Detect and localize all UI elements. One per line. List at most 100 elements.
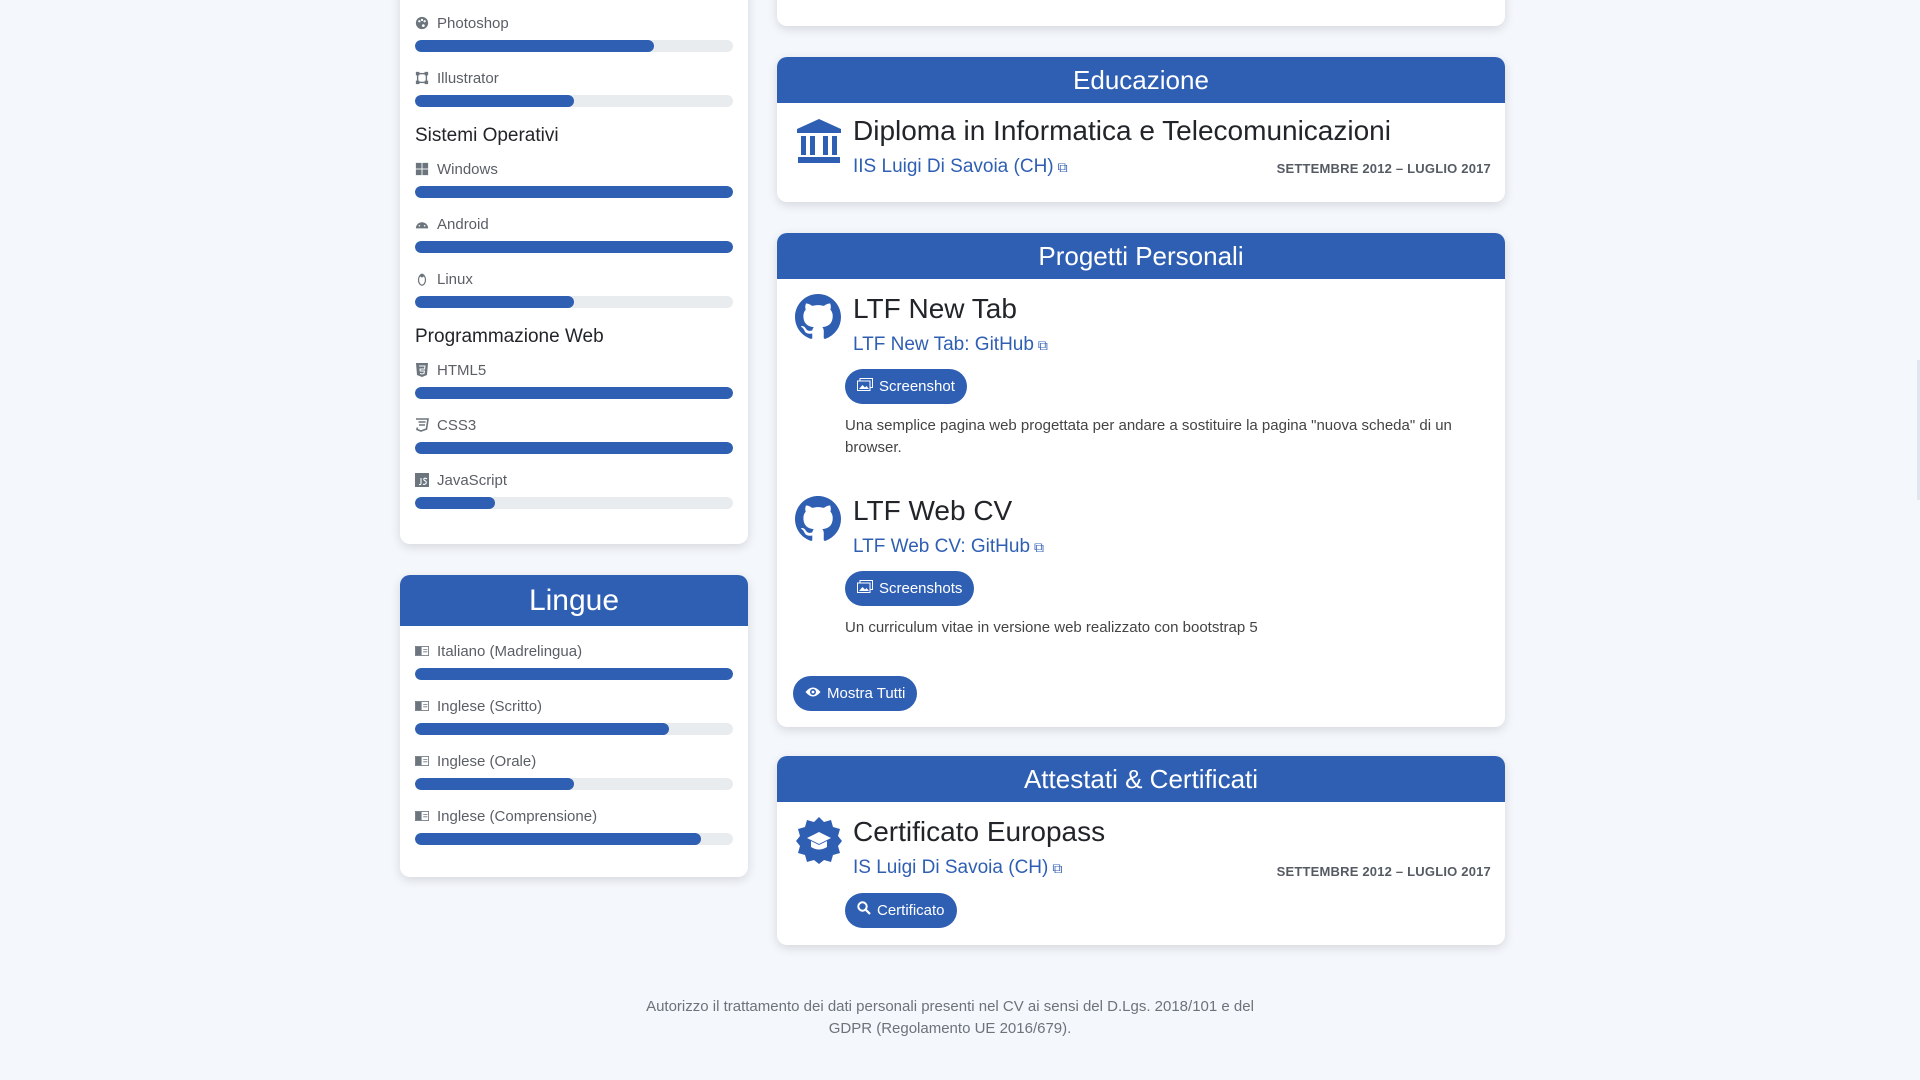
skill-label: Photoshop [437,14,509,32]
certificate-icon [795,816,843,864]
github-icon [795,496,843,544]
project-title: LTF Web CV [853,495,1013,526]
language-italiano: Italiano (Madrelingua) [400,634,748,689]
school-link[interactable]: IIS Luigi Di Savoia (CH) ⧉ [853,156,1068,178]
screenshot-button-label[interactable]: Screenshot [879,369,955,404]
skill-label: Windows [437,160,498,178]
certificate-school-link-text[interactable]: IS Luigi Di Savoia (CH) [853,857,1048,878]
progetti-header: Progetti Personali [777,233,1505,279]
school-link-text[interactable]: IIS Luigi Di Savoia (CH) [853,156,1054,177]
language-label: Italiano (Madrelingua) [437,642,583,660]
language-bar-fill [415,723,670,735]
skill-photoshop: Photoshop [400,6,748,61]
educazione-header: Educazione [777,57,1505,103]
skill-bar-fill [415,387,733,399]
language-bar [415,778,733,790]
show-all-button[interactable]: Mostra Tutti [793,676,918,711]
education-dates: SETTEMBRE 2012 – LUGLIO 2017 [1276,161,1491,176]
language-label: Inglese (Comprensione) [437,807,598,825]
skill-label: Linux [437,270,473,288]
lingue-card: Lingue Italiano (Madrelingua) Inglese (S… [400,575,748,877]
project-github-link[interactable]: LTF Web CV: GitHub ⧉ [853,536,1044,558]
css3-icon [415,418,429,432]
screenshots-button-label[interactable]: Screenshots [879,571,962,606]
group-title-sistemi-operativi: Sistemi Operativi [415,125,559,146]
language-icon [415,644,429,658]
project-item: LTF Web CV LTF Web CV: GitHub ⧉ Screensho… [777,479,1505,654]
project-item: LTF New Tab LTF New Tab: GitHub ⧉ Screens… [777,279,1505,479]
language-bar [415,723,733,735]
certificate-dates: SETTEMBRE 2012 – LUGLIO 2017 [1276,864,1491,879]
university-icon [795,117,843,165]
previous-section-card [777,0,1505,26]
skill-label: Illustrator [437,69,499,87]
project-description: Un curriculum vitae in versione web real… [845,619,1258,636]
certificate-button[interactable]: Certificato [845,893,957,928]
certificate-school-link[interactable]: IS Luigi Di Savoia (CH) ⧉ [853,857,1062,879]
skill-label: Android [437,215,489,233]
attestati-card: Attestati & Certificati Certificato Euro… [777,756,1505,945]
language-bar [415,668,733,680]
skill-label: CSS3 [437,416,477,434]
language-inglese-orale: Inglese (Orale) [400,744,748,799]
skill-css3: CSS3 [400,408,748,463]
skill-html5: HTML5 [400,353,748,408]
skill-label: JavaScript [437,471,508,489]
group-title-programmazione-web: Programmazione Web [415,326,604,347]
skill-bar-fill [415,95,574,107]
palette-icon [415,16,429,30]
certificate-button-label[interactable]: Certificato [877,893,945,928]
footer-line-1: Autorizzo il trattamento dei dati person… [646,998,1254,1015]
language-bar-fill [415,668,733,680]
degree-title: Diploma in Informatica e Telecomunicazio… [853,115,1391,146]
project-description: Una semplice pagina web progettata per a… [845,417,1452,456]
external-link-icon: ⧉ [1057,159,1068,175]
skill-bar-fill [415,296,574,308]
language-bar-fill [415,833,702,845]
eye-icon [805,676,821,711]
language-label: Inglese (Orale) [437,752,537,770]
skills-card: Photoshop Illustrator Sistemi Operativi … [400,0,748,544]
project-github-link-text[interactable]: LTF Web CV: GitHub [853,536,1030,557]
educazione-card: Educazione Diploma in Informatica e Tele… [777,57,1505,202]
privacy-footer: Autorizzo il trattamento dei dati person… [600,996,1300,1040]
skill-bar [415,296,733,308]
project-github-link-text[interactable]: LTF New Tab: GitHub [853,334,1034,355]
images-icon [857,369,873,404]
skill-bar-fill [415,40,654,52]
skill-bar-fill [415,442,733,454]
footer-line-2: GDPR (Regolamento UE 2016/679). [828,1020,1072,1037]
attestati-header: Attestati & Certificati [777,756,1505,802]
screenshots-button[interactable]: Screenshots [845,571,975,606]
skill-bar [415,387,733,399]
vector-square-icon [415,71,429,85]
skill-bar [415,186,733,198]
show-all-label[interactable]: Mostra Tutti [827,676,905,711]
external-link-icon: ⧉ [1052,860,1063,876]
skill-javascript: JavaScript [400,463,748,518]
certificate-title: Certificato Europass [853,816,1106,847]
skill-bar-fill [415,497,495,509]
skill-bar-fill [415,241,733,253]
progetti-card: Progetti Personali LTF New Tab LTF New T… [777,233,1505,727]
windows-icon [415,162,429,176]
language-label: Inglese (Scritto) [437,697,543,715]
android-icon [415,217,429,231]
javascript-icon [415,473,429,487]
language-bar-fill [415,778,574,790]
screenshot-button[interactable]: Screenshot [845,369,967,404]
skill-bar [415,95,733,107]
skill-bar [415,497,733,509]
language-icon [415,809,429,823]
lingue-header: Lingue [400,575,748,626]
language-bar [415,833,733,845]
github-icon [795,294,843,342]
project-github-link[interactable]: LTF New Tab: GitHub ⧉ [853,334,1048,356]
skill-bar [415,40,733,52]
skill-bar-fill [415,186,733,198]
skill-windows: Windows [400,152,748,207]
language-icon [415,699,429,713]
skill-android: Android [400,207,748,262]
search-icon [857,893,871,928]
project-title: LTF New Tab [853,293,1017,324]
